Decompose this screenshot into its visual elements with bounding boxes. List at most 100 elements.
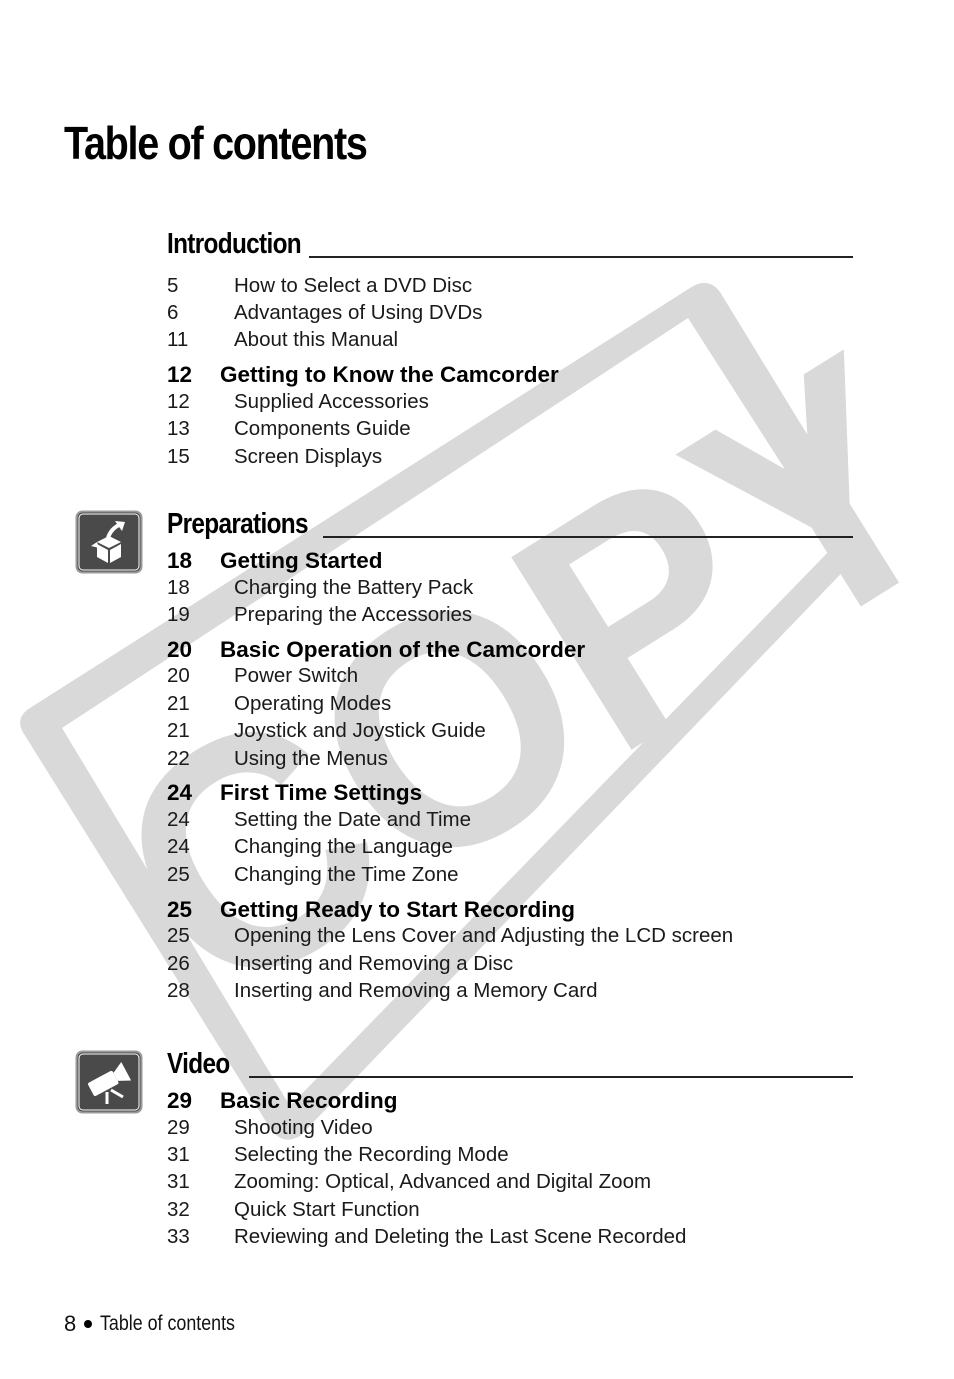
entry-page: 13 xyxy=(167,417,190,441)
section-introduction: Introduction 5 How to Select a DVD Disc 6… xyxy=(167,228,853,470)
section-video: Video 29 Basic Recording 29 Shooting Video… xyxy=(167,1048,853,1251)
entry-title: Charging the Battery Pack xyxy=(234,575,474,599)
toc-entry[interactable]: 31 Selecting the Recording Mode xyxy=(167,1141,853,1168)
entry-page: 18 xyxy=(167,575,190,599)
toc-entry[interactable]: 31 Zooming: Optical, Advanced and Digital… xyxy=(167,1169,853,1196)
entry-page: 25 xyxy=(167,862,190,886)
entry-title: About this Manual xyxy=(234,328,399,352)
entry-page: 21 xyxy=(167,719,190,743)
toc-subheading[interactable]: 18 Getting Started xyxy=(167,548,853,574)
toc-group: 18 Getting Started 18 Charging the Battery… xyxy=(167,548,853,629)
entry-title: Changing the Language xyxy=(234,835,453,859)
entry-title: Quick Start Function xyxy=(234,1197,420,1221)
subheading-title: First Time Settings xyxy=(220,780,423,806)
entry-title: Inserting and Removing a Disc xyxy=(234,951,514,975)
toc-entry[interactable]: 21 Operating Modes xyxy=(167,690,853,717)
entry-page: 24 xyxy=(167,808,190,832)
entry-page: 11 xyxy=(167,328,189,352)
entry-title: Components Guide xyxy=(234,417,411,441)
toc-entry[interactable]: 15 Screen Displays xyxy=(167,443,853,470)
entry-page: 6 xyxy=(167,301,179,325)
toc-entry[interactable]: 32 Quick Start Function xyxy=(167,1196,853,1223)
subheading-title: Getting to Know the Camcorder xyxy=(220,362,559,388)
entry-page: 24 xyxy=(167,835,190,859)
entry-title: Advantages of Using DVDs xyxy=(234,301,483,325)
toc-entry[interactable]: 22 Using the Menus xyxy=(167,745,853,772)
entry-title: Joystick and Joystick Guide xyxy=(234,719,486,743)
entry-page: 28 xyxy=(167,978,190,1002)
page-title: Table of contents xyxy=(64,117,368,169)
entry-page: 33 xyxy=(167,1225,190,1249)
subheading-title: Basic Recording xyxy=(220,1088,398,1113)
entry-title: Changing the Time Zone xyxy=(234,862,459,886)
entry-title: Shooting Video xyxy=(234,1115,373,1139)
entry-title: Reviewing and Deleting the Last Scene Re… xyxy=(234,1225,687,1249)
toc-entry[interactable]: 6 Advantages of Using DVDs xyxy=(167,299,853,326)
subheading-page: 24 xyxy=(167,780,193,806)
heading-rule xyxy=(309,256,853,258)
footer-label: Table of contents xyxy=(100,1312,236,1335)
toc-group: 29 Basic Recording 29 Shooting Video 31 Sel… xyxy=(167,1088,853,1251)
toc-entry[interactable]: 5 How to Select a DVD Disc xyxy=(167,272,853,299)
section-title[interactable]: Introduction xyxy=(167,228,302,261)
toc-entry[interactable]: 26 Inserting and Removing a Disc xyxy=(167,950,853,977)
bullet-icon xyxy=(84,1320,93,1328)
entry-title: Using the Menus xyxy=(234,746,388,770)
toc-entry[interactable]: 25 Opening the Lens Cover and Adjusting t… xyxy=(167,923,853,950)
toc-group: 5 How to Select a DVD Disc 6 Advantages of… xyxy=(167,272,853,354)
toc-subheading[interactable]: 20 Basic Operation of the Camcorder xyxy=(167,637,853,663)
entry-title: Inserting and Removing a Memory Card xyxy=(234,978,598,1002)
toc-subheading[interactable]: 25 Getting Ready to Start Recording xyxy=(167,897,853,923)
subheading-title: Getting Ready to Start Recording xyxy=(220,896,576,922)
video-camera-icon xyxy=(75,1050,143,1114)
entry-title: Zooming: Optical, Advanced and Digital Z… xyxy=(234,1170,652,1194)
heading-rule xyxy=(323,536,853,538)
toc-entry[interactable]: 25 Changing the Time Zone xyxy=(167,861,853,888)
entry-title: Preparing the Accessories xyxy=(234,603,473,627)
footer-page-number: 8 xyxy=(64,1311,77,1336)
subheading-page: 25 xyxy=(167,896,193,922)
subheading-page: 18 xyxy=(167,548,193,573)
toc-group: 12 Getting to Know the Camcorder 12 Suppli… xyxy=(167,362,853,470)
toc-group: 24 First Time Settings 24 Setting the Date… xyxy=(167,780,853,888)
toc-entry[interactable]: 24 Setting the Date and Time xyxy=(167,806,853,833)
toc-subheading[interactable]: 12 Getting to Know the Camcorder xyxy=(167,362,853,388)
page-footer: 8 Table of contents xyxy=(64,1311,259,1337)
toc-entry[interactable]: 28 Inserting and Removing a Memory Card xyxy=(167,977,853,1004)
entry-page: 31 xyxy=(167,1143,190,1167)
subheading-page: 12 xyxy=(167,362,193,388)
section-heading: Preparations xyxy=(167,508,853,544)
entry-page: 29 xyxy=(167,1115,190,1139)
toc-entry[interactable]: 11 About this Manual xyxy=(167,327,853,354)
toc-entry[interactable]: 19 Preparing the Accessories xyxy=(167,601,853,628)
toc-entry[interactable]: 24 Changing the Language xyxy=(167,834,853,861)
entry-page: 5 xyxy=(167,273,179,297)
subheading-title: Basic Operation of the Camcorder xyxy=(220,636,586,662)
section-title[interactable]: Video xyxy=(167,1048,230,1081)
entry-title: Opening the Lens Cover and Adjusting the… xyxy=(234,924,734,948)
toc-entry[interactable]: 13 Components Guide xyxy=(167,416,853,443)
entry-page: 22 xyxy=(167,746,190,770)
toc-entry[interactable]: 33 Reviewing and Deleting the Last Scene … xyxy=(167,1224,853,1251)
toc-entry[interactable]: 29 Shooting Video xyxy=(167,1114,853,1141)
heading-rule xyxy=(249,1076,853,1078)
toc-entry[interactable]: 12 Supplied Accessories xyxy=(167,388,853,415)
toc-subheading[interactable]: 29 Basic Recording xyxy=(167,1088,853,1114)
subheading-title: Getting Started xyxy=(220,548,383,573)
toc-subheading[interactable]: 24 First Time Settings xyxy=(167,780,853,806)
section-heading: Introduction xyxy=(167,228,853,264)
entry-page: 12 xyxy=(167,389,190,413)
toc-group: 20 Basic Operation of the Camcorder 20 Pow… xyxy=(167,637,853,773)
entry-page: 31 xyxy=(167,1170,190,1194)
toc-entry[interactable]: 18 Charging the Battery Pack xyxy=(167,574,853,601)
entry-page: 25 xyxy=(167,924,190,948)
toc-entry[interactable]: 21 Joystick and Joystick Guide xyxy=(167,718,853,745)
section-title[interactable]: Preparations xyxy=(167,508,309,541)
entry-title: Power Switch xyxy=(234,664,359,688)
entry-page: 32 xyxy=(167,1197,190,1221)
entry-page: 26 xyxy=(167,951,190,975)
entry-page: 21 xyxy=(167,691,190,715)
toc-entry[interactable]: 20 Power Switch xyxy=(167,663,853,690)
entry-page: 20 xyxy=(167,664,190,688)
entry-title: Supplied Accessories xyxy=(234,389,429,413)
